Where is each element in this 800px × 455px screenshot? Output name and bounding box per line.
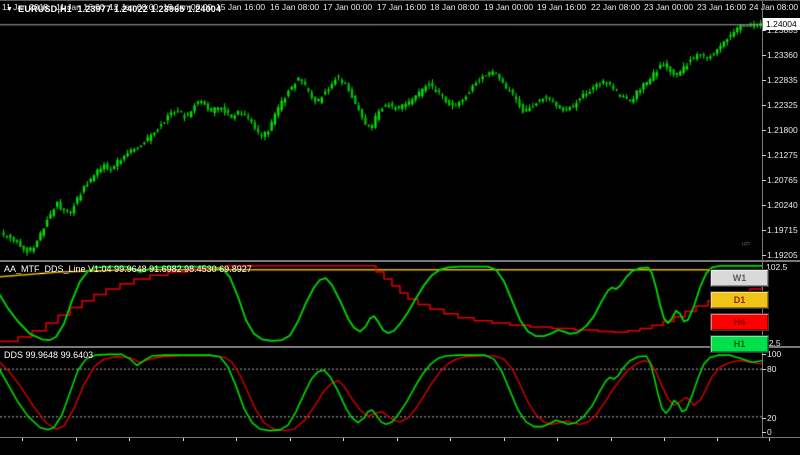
candlestick-chart-pane[interactable] bbox=[0, 1, 762, 260]
price-tick-mark bbox=[762, 230, 766, 231]
time-tick-label: 16 Jan 08:00 bbox=[270, 2, 320, 12]
time-tick-label: 23 Jan 00:00 bbox=[644, 2, 694, 12]
pane-separator bbox=[0, 437, 800, 438]
indicator-tick-label: 100 bbox=[767, 349, 782, 359]
time-tick-mark bbox=[290, 438, 291, 441]
price-axis-border bbox=[762, 1, 763, 437]
price-tick-mark bbox=[762, 55, 766, 56]
mtf-dds-indicator-pane[interactable] bbox=[0, 262, 762, 347]
symbol-dropdown-icon[interactable]: ▼ bbox=[6, 6, 13, 13]
indicator-tick-label: 80 bbox=[767, 364, 777, 374]
time-tick-mark bbox=[450, 438, 451, 441]
ohlc-values: 1.23977 1.24022 1.23965 1.24004 bbox=[77, 4, 222, 14]
time-tick-mark bbox=[769, 438, 770, 441]
time-tick-mark bbox=[664, 438, 665, 441]
timeframe-button-d1[interactable]: D1 bbox=[710, 291, 769, 309]
pane-separator[interactable] bbox=[0, 260, 800, 262]
indicator2-header: DDS 99.9648 99.6403 bbox=[4, 350, 94, 360]
time-tick-label: 19 Jan 16:00 bbox=[537, 2, 587, 12]
timeframe-button-w1[interactable]: W1 bbox=[710, 269, 769, 287]
indicator1-header: AA_MTF_DDS_Line V1:04 99.9648 91.6982 98… bbox=[4, 264, 252, 274]
price-tick-mark bbox=[762, 205, 766, 206]
price-tick-mark bbox=[762, 155, 766, 156]
indicator-tick-label: 0 bbox=[767, 427, 772, 437]
time-tick-mark bbox=[129, 438, 130, 441]
time-tick-mark bbox=[236, 438, 237, 441]
watermark-glyph: § bbox=[741, 241, 751, 248]
price-tick-mark bbox=[762, 80, 766, 81]
timeframe-button-h4[interactable]: H4 bbox=[710, 313, 769, 331]
price-tick-mark bbox=[762, 180, 766, 181]
price-tick-label: 1.20765 bbox=[767, 175, 798, 185]
indicator-tick-mark bbox=[762, 432, 766, 433]
price-tick-mark bbox=[762, 255, 766, 256]
time-tick-label: 19 Jan 00:00 bbox=[484, 2, 534, 12]
pane-separator[interactable] bbox=[0, 346, 800, 348]
time-tick-mark bbox=[611, 438, 612, 441]
time-tick-mark bbox=[717, 438, 718, 441]
symbol-timeframe-label: EURUSD,H1 bbox=[18, 4, 72, 14]
time-tick-mark bbox=[397, 438, 398, 441]
time-tick-mark bbox=[504, 438, 505, 441]
indicator-tick-mark bbox=[762, 369, 766, 370]
timeframe-button-h1[interactable]: H1 bbox=[710, 335, 769, 353]
time-tick-mark bbox=[183, 438, 184, 441]
time-tick-mark bbox=[22, 438, 23, 441]
price-tick-label: 1.21800 bbox=[767, 125, 798, 135]
price-tick-label: 1.22835 bbox=[767, 75, 798, 85]
indicator-tick-mark bbox=[762, 354, 766, 355]
chart-quote-line: ▼ EURUSD,H1 1.23977 1.24022 1.23965 1.240… bbox=[6, 4, 221, 14]
time-tick-label: 15 Jan 16:00 bbox=[216, 2, 266, 12]
current-price-badge: 1.24004 bbox=[763, 18, 800, 30]
indicator-scale-label: 102.5 bbox=[766, 262, 788, 272]
price-tick-label: 1.20240 bbox=[767, 200, 798, 210]
time-tick-mark bbox=[76, 438, 77, 441]
price-tick-label: 1.19205 bbox=[767, 250, 798, 260]
indicator-tick-mark bbox=[762, 418, 766, 419]
price-tick-label: 1.19715 bbox=[767, 225, 798, 235]
price-tick-mark bbox=[762, 105, 766, 106]
time-tick-label: 24 Jan 08:00 bbox=[749, 2, 799, 12]
time-tick-mark bbox=[343, 438, 344, 441]
price-tick-label: 1.22325 bbox=[767, 100, 798, 110]
time-tick-label: 23 Jan 16:00 bbox=[697, 2, 747, 12]
chart-window: ▼ EURUSD,H1 1.23977 1.24022 1.23965 1.240… bbox=[0, 0, 800, 455]
time-tick-mark bbox=[557, 438, 558, 441]
price-tick-label: 1.21275 bbox=[767, 150, 798, 160]
indicator-tick-label: 20 bbox=[767, 413, 777, 423]
time-axis[interactable] bbox=[0, 440, 800, 455]
time-tick-label: 17 Jan 16:00 bbox=[377, 2, 427, 12]
time-tick-label: 22 Jan 08:00 bbox=[591, 2, 641, 12]
price-tick-mark bbox=[762, 30, 766, 31]
time-tick-label: 17 Jan 00:00 bbox=[323, 2, 373, 12]
time-tick-label: 18 Jan 08:00 bbox=[430, 2, 480, 12]
dds-indicator-pane[interactable] bbox=[0, 348, 762, 437]
price-tick-label: 1.23360 bbox=[767, 50, 798, 60]
price-tick-mark bbox=[762, 130, 766, 131]
